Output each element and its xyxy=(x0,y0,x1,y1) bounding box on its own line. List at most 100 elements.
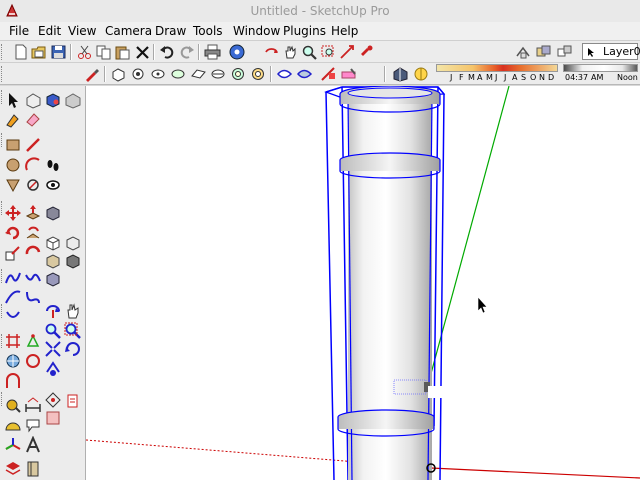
paint-bucket-icon[interactable] xyxy=(44,91,62,109)
cube-wire-icon[interactable] xyxy=(64,234,82,252)
menu-help[interactable]: Help xyxy=(331,24,358,38)
push-pull-icon[interactable] xyxy=(24,204,42,222)
cube-texture-icon[interactable] xyxy=(64,252,82,270)
model-info-icon[interactable] xyxy=(229,44,246,60)
xray-icon[interactable] xyxy=(230,66,247,82)
cube-xray-icon[interactable] xyxy=(44,270,62,288)
zoom-window-icon[interactable] xyxy=(320,44,337,60)
sandbox-curve-icon[interactable] xyxy=(4,288,22,306)
eraser-tool-icon[interactable] xyxy=(24,110,42,128)
section-plane-icon[interactable] xyxy=(392,66,409,82)
layer-dropdown[interactable]: Layer0 xyxy=(582,43,640,60)
erase-icon[interactable] xyxy=(134,44,151,60)
wireframe-icon[interactable] xyxy=(250,66,267,82)
arc-icon[interactable] xyxy=(24,156,42,174)
shaded-textures-icon[interactable] xyxy=(320,66,337,82)
paint-icon[interactable] xyxy=(4,110,22,128)
rectangle-icon[interactable] xyxy=(4,136,22,154)
sandbox-drape-icon[interactable] xyxy=(24,288,42,306)
toolbar-grip[interactable] xyxy=(1,66,4,82)
sandbox-flip-icon[interactable] xyxy=(4,306,22,324)
toolbar-grip[interactable] xyxy=(1,44,4,60)
copy-icon[interactable] xyxy=(95,44,112,60)
orbit-icon[interactable] xyxy=(44,302,62,320)
components-icon[interactable] xyxy=(556,44,573,60)
3d-text-icon[interactable] xyxy=(24,435,42,454)
shadow-month-slider[interactable]: J F M A M J J A S O N D xyxy=(436,64,558,84)
cube-view-icon[interactable] xyxy=(44,234,62,252)
menu-plugins[interactable]: Plugins xyxy=(283,24,326,38)
rotate-icon[interactable] xyxy=(4,224,22,242)
axes-icon[interactable] xyxy=(4,436,22,454)
follow-me-icon[interactable] xyxy=(515,44,532,60)
text-icon[interactable] xyxy=(24,416,42,434)
offset-icon[interactable] xyxy=(24,244,42,262)
menu-edit[interactable]: Edit xyxy=(38,24,61,38)
walk-icon[interactable] xyxy=(44,360,62,378)
menu-tools[interactable]: Tools xyxy=(193,24,223,38)
cube-shaded-icon[interactable] xyxy=(44,252,62,270)
new-file-icon[interactable] xyxy=(12,44,29,60)
freehand-icon[interactable] xyxy=(24,176,42,194)
menu-file[interactable]: File xyxy=(9,24,29,38)
cut-icon[interactable] xyxy=(76,44,93,60)
eraser-icon[interactable] xyxy=(64,91,82,109)
position-camera-icon[interactable] xyxy=(4,352,22,370)
paint-icon[interactable] xyxy=(84,66,101,82)
select-icon[interactable] xyxy=(4,91,22,109)
undo-icon[interactable] xyxy=(159,44,176,60)
menu-window[interactable]: Window xyxy=(233,24,280,38)
section-plane-tool-icon[interactable] xyxy=(4,372,22,390)
left-view-icon[interactable] xyxy=(210,66,227,82)
shaded-icon[interactable] xyxy=(296,66,313,82)
back-view-icon[interactable] xyxy=(190,66,207,82)
protractor-icon[interactable] xyxy=(4,416,22,434)
orbit-tool-icon[interactable] xyxy=(263,44,280,60)
tape-measure-icon[interactable] xyxy=(4,396,22,414)
get-photo-texture-icon[interactable] xyxy=(44,409,62,427)
pan-icon[interactable] xyxy=(64,302,82,320)
shadow-time-slider[interactable]: 04:37 AM Noon xyxy=(563,64,638,84)
scale-tool-icon[interactable] xyxy=(4,244,22,262)
section-display-icon[interactable] xyxy=(413,66,430,82)
iso-view-icon[interactable] xyxy=(110,66,127,82)
footprint-icon[interactable] xyxy=(44,156,62,174)
share-model-icon[interactable] xyxy=(64,391,82,409)
right-view-icon[interactable] xyxy=(170,66,187,82)
zoom-window-icon[interactable] xyxy=(64,322,82,340)
3d-warehouse-icon[interactable] xyxy=(44,391,62,409)
line-icon[interactable] xyxy=(24,136,42,154)
paste-icon[interactable] xyxy=(114,44,131,60)
zoom-extents-icon[interactable] xyxy=(44,340,62,358)
look-around-icon[interactable] xyxy=(24,352,42,370)
zoom-extents-icon[interactable] xyxy=(339,44,356,60)
zoom-icon[interactable] xyxy=(44,322,62,340)
redo-icon[interactable] xyxy=(178,44,195,60)
menu-view[interactable]: View xyxy=(68,24,96,38)
eye-icon[interactable] xyxy=(44,176,62,194)
menu-draw[interactable]: Draw xyxy=(155,24,186,38)
sandbox-smoove-icon[interactable] xyxy=(4,269,22,287)
model-scene[interactable] xyxy=(86,86,640,480)
move-icon[interactable] xyxy=(4,204,22,222)
print-icon[interactable] xyxy=(204,44,221,60)
toolbar-grip[interactable] xyxy=(1,304,4,318)
previous-view-icon[interactable] xyxy=(358,44,375,60)
save-icon[interactable] xyxy=(50,44,67,60)
axes-grid-icon[interactable] xyxy=(4,332,22,350)
polygon-icon[interactable] xyxy=(4,176,22,194)
follow-me-tool-icon[interactable] xyxy=(24,224,42,242)
intersect-icon[interactable] xyxy=(535,44,552,60)
open-file-icon[interactable] xyxy=(31,44,48,60)
front-view-icon[interactable] xyxy=(150,66,167,82)
previous-icon[interactable] xyxy=(64,340,82,358)
zoom-tool-icon[interactable] xyxy=(301,44,318,60)
circle-icon[interactable] xyxy=(4,156,22,174)
book-icon[interactable] xyxy=(24,460,42,478)
sandbox-wave-icon[interactable] xyxy=(24,269,42,287)
menu-camera[interactable]: Camera xyxy=(105,24,152,38)
scale-icon[interactable] xyxy=(44,204,62,222)
dimension-icon[interactable] xyxy=(24,396,42,414)
layer-manager-icon[interactable] xyxy=(4,460,22,478)
drawing-viewport[interactable] xyxy=(86,86,640,480)
